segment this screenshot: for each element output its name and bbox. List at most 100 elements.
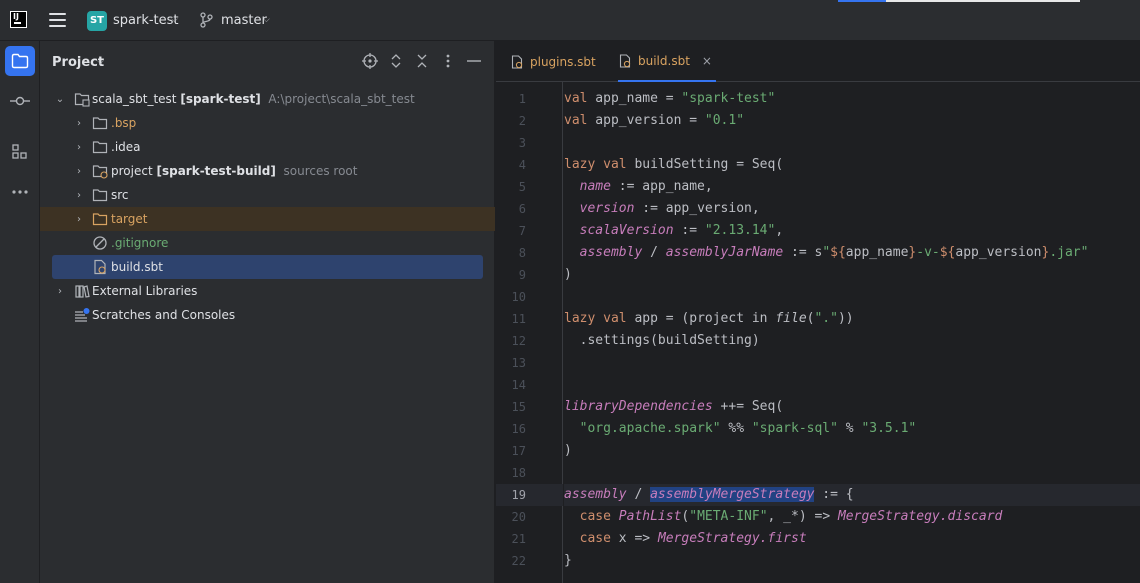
chevron-right-icon[interactable]: › xyxy=(73,166,85,177)
code-line[interactable] xyxy=(564,132,1140,154)
code-token: ${ xyxy=(830,245,846,260)
project-tool-button[interactable] xyxy=(5,46,35,76)
line-number: 4 xyxy=(518,158,526,172)
code-line[interactable] xyxy=(564,286,1140,308)
tree-item-build-sbt[interactable]: build.sbt xyxy=(52,255,483,279)
tree-item-idea[interactable]: › .idea xyxy=(40,135,495,159)
chevron-down-icon[interactable]: ⌵ xyxy=(97,57,104,67)
more-tools-button[interactable] xyxy=(5,177,35,207)
code-line[interactable]: name := app_name, xyxy=(564,176,1140,198)
project-icon xyxy=(11,53,29,69)
tree-item-root[interactable]: ⌄ scala_sbt_test [spark-test] A:\project… xyxy=(40,87,495,111)
code-token: .settings(buildSetting) xyxy=(564,333,760,348)
code-line[interactable] xyxy=(564,352,1140,374)
tree-item-label: project xyxy=(111,164,153,178)
expand-all-icon[interactable] xyxy=(388,53,404,69)
code-line[interactable]: version := app_version, xyxy=(564,198,1140,220)
code-line[interactable] xyxy=(564,374,1140,396)
project-name[interactable]: spark-test xyxy=(113,13,179,28)
intellij-logo-icon[interactable]: IJ xyxy=(10,11,27,28)
branch-name[interactable]: master xyxy=(221,13,267,28)
code-line[interactable]: .settings(buildSetting) xyxy=(564,330,1140,352)
code-token: "0.1" xyxy=(704,113,745,128)
tree-item-label: build.sbt xyxy=(111,260,163,274)
code-token: lazy val xyxy=(564,311,627,326)
code-line[interactable]: libraryDependencies ++= Seq( xyxy=(564,396,1140,418)
code-line[interactable]: lazy val buildSetting = Seq( xyxy=(564,154,1140,176)
code-token: "spark-test" xyxy=(681,91,776,106)
tree-item-scratches[interactable]: Scratches and Consoles xyxy=(40,303,495,327)
main-menu-icon[interactable] xyxy=(49,13,66,27)
line-number: 20 xyxy=(511,510,526,524)
code-line[interactable]: ) xyxy=(564,264,1140,286)
code-token: libraryDependencies xyxy=(564,399,713,414)
structure-tool-button[interactable] xyxy=(5,137,35,167)
code-token: val xyxy=(564,113,588,128)
chevron-down-icon[interactable]: ⌵ xyxy=(263,15,270,25)
tree-item-gitignore[interactable]: .gitignore xyxy=(40,231,495,255)
excluded-folder-icon xyxy=(92,213,108,226)
code-line[interactable]: } xyxy=(564,550,1140,572)
code-line[interactable]: assembly / assemblyMergeStrategy := { xyxy=(564,484,1140,506)
module-name: [spark-test] xyxy=(180,92,261,106)
code-line[interactable]: assembly / assemblyJarName := s"${app_na… xyxy=(564,242,1140,264)
code-token: buildSetting = Seq( xyxy=(626,157,784,172)
chevron-right-icon[interactable]: › xyxy=(73,142,85,153)
project-badge[interactable]: ST xyxy=(87,11,107,31)
line-number: 21 xyxy=(511,532,526,546)
line-number: 12 xyxy=(511,334,526,348)
code-line[interactable]: val app_name = "spark-test" xyxy=(564,88,1140,110)
chevron-down-icon[interactable]: ⌵ xyxy=(171,15,178,25)
options-icon[interactable] xyxy=(440,53,456,69)
tree-item-target[interactable]: › target xyxy=(40,207,495,231)
code-line[interactable]: case PathList("META-INF", _*) => MergeSt… xyxy=(564,506,1140,528)
code-token: ) xyxy=(564,267,572,282)
structure-icon xyxy=(12,144,27,159)
code-token: := app_name, xyxy=(610,179,713,194)
line-number-gutter: 1 2 3 4 5 6 7 8 9 10 11 12 13 14 15 16 17 18 19 20 21 22 xyxy=(496,82,563,583)
line-number: 8 xyxy=(518,246,526,260)
code-token: "org.apache.spark" xyxy=(579,421,721,436)
line-number: 5 xyxy=(518,180,526,194)
commit-icon xyxy=(10,96,30,106)
code-token: assembly xyxy=(564,487,627,502)
tree-item-project[interactable]: › project [spark-test-build] sources roo… xyxy=(40,159,495,183)
code-line[interactable]: scalaVersion := "2.13.14", xyxy=(564,220,1140,242)
commit-tool-button[interactable] xyxy=(5,86,35,116)
chevron-down-icon[interactable]: ⌄ xyxy=(54,94,66,105)
project-panel: Project ⌵ ⌄ scala_sbt_test [spark-test] … xyxy=(40,41,495,583)
tab-plugins-sbt[interactable]: plugins.sbt xyxy=(510,41,596,82)
close-icon[interactable]: × xyxy=(702,54,712,68)
tree-item-label: src xyxy=(111,188,129,202)
code-line[interactable]: val app_version = "0.1" xyxy=(564,110,1140,132)
code-token: %% xyxy=(720,421,752,436)
code-token: ++= Seq( xyxy=(712,399,784,414)
tree-item-label: target xyxy=(111,212,148,226)
line-number: 11 xyxy=(511,312,526,326)
tree-item-bsp[interactable]: › .bsp xyxy=(40,111,495,135)
tree-item-external-libraries[interactable]: › External Libraries xyxy=(40,279,495,303)
hide-panel-icon[interactable] xyxy=(466,53,482,69)
code-token: app_version = xyxy=(587,113,705,128)
chevron-right-icon[interactable]: › xyxy=(54,286,66,297)
editor-tab-bar: plugins.sbt build.sbt × xyxy=(496,41,1140,82)
tree-item-src[interactable]: › src xyxy=(40,183,495,207)
chevron-right-icon[interactable]: › xyxy=(73,214,85,225)
code-token: x => xyxy=(610,531,658,546)
tab-build-sbt[interactable]: build.sbt × xyxy=(618,41,716,82)
collapse-all-icon[interactable] xyxy=(414,53,430,69)
code-line[interactable] xyxy=(564,462,1140,484)
locate-icon[interactable] xyxy=(362,53,378,69)
git-branch-icon[interactable] xyxy=(199,12,213,28)
chevron-right-icon[interactable]: › xyxy=(73,190,85,201)
code-token: ) xyxy=(564,443,572,458)
code-line[interactable]: "org.apache.spark" %% "spark-sql" % "3.5… xyxy=(564,418,1140,440)
code-area[interactable]: val app_name = "spark-test" val app_versi… xyxy=(564,82,1140,583)
code-line[interactable]: lazy val app = (project in file(".")) xyxy=(564,308,1140,330)
code-line[interactable]: case x => MergeStrategy.first xyxy=(564,528,1140,550)
code-line[interactable]: ) xyxy=(564,440,1140,462)
chevron-right-icon[interactable]: › xyxy=(73,118,85,129)
